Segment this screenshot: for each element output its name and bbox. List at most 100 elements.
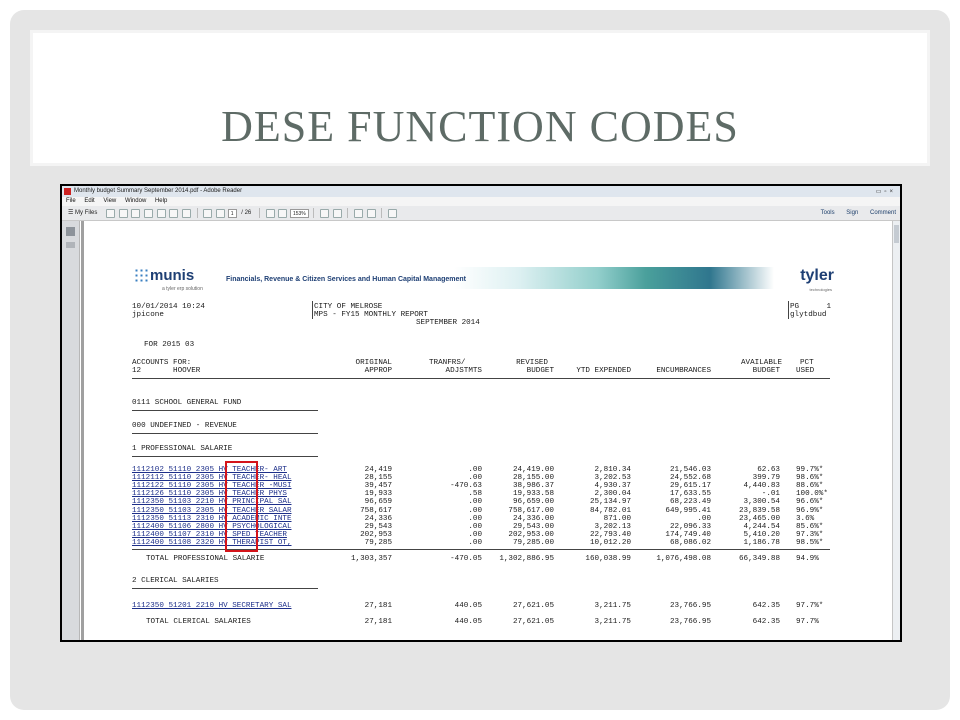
sign-button[interactable]: Sign	[846, 210, 858, 216]
open-icon[interactable]	[106, 209, 116, 218]
prof-row-pct-cell: 100.0%*	[796, 490, 828, 499]
cler-total-rev: 27,621.05	[512, 618, 554, 626]
prof-row-account-link[interactable]: 1112102 51110 2305 HV TEACHER- ART	[132, 466, 287, 474]
document-area: munis a tyler erp solution Financials, R…	[81, 221, 892, 640]
prof-row-enc-cell: 649,995.41	[665, 506, 711, 515]
col-tranfrs: TRANFRS/	[429, 359, 466, 367]
prof-row-account-link[interactable]: 1112126 51110 2305 HV TEACHER PHYS	[132, 490, 287, 498]
header-rule	[132, 378, 830, 379]
banner-title: Financials, Revenue & Citizen Services a…	[226, 276, 467, 283]
col-pct: PCT	[800, 359, 814, 367]
prof-row-account-link[interactable]: 1112122 51110 2305 HV TEACHER -MUSI	[132, 482, 292, 490]
page-number-input[interactable]: 1	[227, 209, 237, 218]
prof-row-account-link[interactable]: 1112350 51113 2310 HV ACADEMIC INTE	[132, 515, 292, 523]
prof-row-enc-cell: .00	[697, 514, 711, 523]
menu-window[interactable]: Window	[125, 198, 146, 204]
expand-icon[interactable]	[388, 209, 398, 218]
prof-row-ytd-cell: 3,202.53	[594, 474, 631, 483]
prof-row-ytd-cell: 22,793.40	[589, 530, 631, 539]
section-clerical: 2 CLERICAL SALARIES	[132, 577, 219, 585]
cler-row-orig-cell: 27,181	[364, 602, 392, 610]
menu-view[interactable]: View	[103, 198, 116, 204]
scroll-thumb[interactable]	[894, 225, 899, 243]
cler-row-account-link[interactable]: 1112350 51201 2210 HV SECRETARY SAL	[132, 602, 292, 610]
edit-icon[interactable]	[131, 209, 141, 218]
vertical-scrollbar[interactable]	[892, 221, 900, 640]
prof-row-pct-cell: 97.3%*	[796, 530, 824, 539]
save-icon[interactable]	[156, 209, 166, 218]
col-revised-sub: BUDGET	[526, 367, 554, 375]
comment-button[interactable]: Comment	[870, 210, 896, 216]
create-icon[interactable]	[118, 209, 128, 218]
prof-row-orig-cell: 29,543	[364, 522, 392, 531]
slide-title: DESE FUNCTION CODES	[221, 102, 739, 151]
prof-row-account-link[interactable]: 1112350 51103 2210 HV PRINCIPAL SAL	[132, 498, 292, 506]
zoom-out-icon[interactable]	[265, 209, 275, 218]
navigation-pane	[62, 221, 80, 640]
col-original: ORIGINAL	[355, 359, 392, 367]
next-page-icon[interactable]	[216, 209, 226, 218]
section-rule	[132, 433, 318, 434]
prof-row-account-link[interactable]: 1112112 51110 2305 HV TEACHER- HEAL	[132, 474, 292, 482]
report-month: SEPTEMBER 2014	[416, 319, 480, 327]
header-divider	[788, 301, 789, 319]
prof-total-adj: -470.05	[450, 555, 482, 563]
cler-row-rev-cell: 27,621.05	[512, 602, 554, 610]
prof-total-pct: 94.9%	[796, 555, 819, 563]
title-band: DESE FUNCTION CODES	[30, 30, 930, 166]
prof-row-enc-cell: 22,096.33	[669, 522, 711, 531]
menu-edit[interactable]: Edit	[84, 198, 94, 204]
email-icon[interactable]	[182, 209, 192, 218]
header-divider	[312, 301, 313, 319]
reader-window: Monthly budget Summary September 2014.pd…	[62, 186, 900, 640]
section-rule	[132, 410, 318, 411]
munis-logo: munis	[134, 267, 194, 284]
tools-button[interactable]: Tools	[821, 210, 835, 216]
prof-row-account-link[interactable]: 1112400 51108 2320 HV THERAPIST OT,	[132, 539, 292, 547]
fit-width-icon[interactable]	[332, 209, 342, 218]
prof-row-pct-cell: 96.6%*	[796, 498, 824, 507]
prof-row-ytd-cell: 2,810.34	[594, 466, 631, 474]
prof-row-account-link[interactable]: 1112400 51106 2800 HV PSYCHOLOGICAL	[132, 523, 292, 531]
munis-tagline: a tyler erp solution	[162, 286, 203, 292]
munis-logo-icon	[134, 268, 148, 282]
function-code-highlight	[225, 461, 258, 552]
menu-help[interactable]: Help	[155, 198, 167, 204]
fund-label: 0111 SCHOOL GENERAL FUND	[132, 399, 242, 407]
prof-row-orig-cell: 19,933	[364, 490, 392, 499]
prof-row-avail-cell: 4,440.83	[743, 482, 780, 491]
tyler-tagline: technologies	[809, 287, 832, 292]
prof-row-adj-cell: .00	[468, 514, 482, 523]
print-icon[interactable]	[169, 209, 179, 218]
report-name: MPS - FY15 MONTHLY REPORT	[314, 311, 428, 319]
col-pct-sub: USED	[796, 367, 815, 375]
my-files-button[interactable]: ☰ My Files	[68, 206, 97, 221]
prof-row-enc-cell: 29,615.17	[669, 482, 711, 491]
cler-row-avail-cell: 642.35	[752, 602, 780, 610]
zoom-select[interactable]: 153%	[289, 209, 309, 218]
prof-row-orig-cell: 96,659	[364, 498, 392, 507]
prev-page-icon[interactable]	[203, 209, 213, 218]
prof-row-adj-cell: .00	[468, 538, 482, 547]
prof-total-ytd: 160,038.99	[585, 555, 631, 563]
prof-row-rev-cell: 24,336.00	[512, 514, 554, 523]
attachments-icon[interactable]	[66, 242, 75, 248]
share-icon[interactable]	[144, 209, 154, 218]
zoom-in-icon[interactable]	[278, 209, 288, 218]
window-controls[interactable]: ▭▫×	[876, 187, 896, 198]
highlight-icon[interactable]	[366, 209, 376, 218]
pages-panel-icon[interactable]	[66, 227, 75, 236]
menu-file[interactable]: File	[66, 198, 76, 204]
toolbar-divider	[347, 208, 349, 218]
prof-row-rev-cell: 28,155.00	[512, 474, 554, 483]
prof-row-adj-cell: -470.63	[450, 482, 482, 491]
prof-row-account-link[interactable]: 1112400 51107 2310 HV SPED TEACHER	[132, 531, 287, 539]
prof-row-enc-cell: 68,223.49	[669, 498, 711, 507]
fit-page-icon[interactable]	[320, 209, 330, 218]
prof-row-ytd-cell: 3,202.13	[594, 522, 631, 531]
prof-row-ytd-cell: 10,012.20	[589, 538, 631, 547]
prof-row-pct-cell: 88.6%*	[796, 482, 824, 491]
prof-row-account-link[interactable]: 1112350 51103 2305 HV TEACHER SALAR	[132, 507, 292, 515]
cler-total-adj: 440.05	[454, 618, 482, 626]
comment-icon[interactable]	[354, 209, 364, 218]
